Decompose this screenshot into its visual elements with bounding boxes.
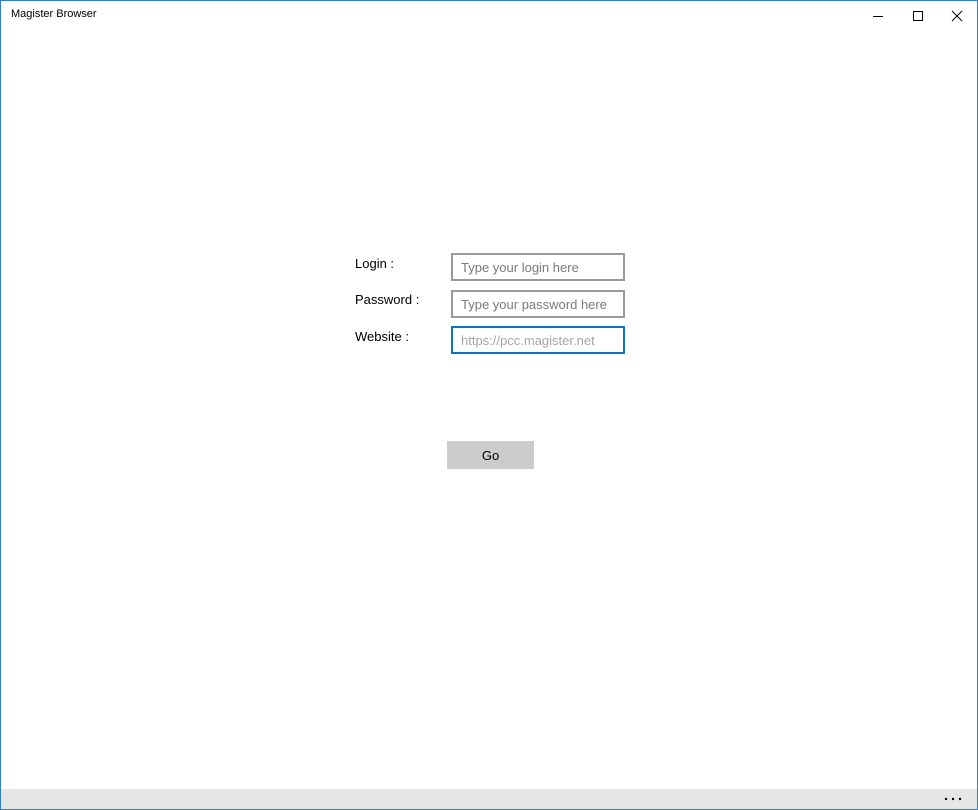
website-field[interactable] [451, 326, 625, 354]
close-icon [951, 10, 963, 21]
login-field[interactable] [451, 253, 625, 281]
close-button[interactable] [937, 1, 977, 30]
title-bar[interactable]: Magister Browser [1, 1, 977, 32]
password-field[interactable] [451, 290, 625, 318]
website-label: Website : [355, 329, 409, 344]
more-button[interactable] [941, 789, 965, 809]
login-label: Login : [355, 256, 395, 271]
minimize-icon [873, 15, 883, 17]
app-window: Magister Browser Login : Password : Webs… [0, 0, 978, 810]
minimize-button[interactable] [858, 1, 898, 30]
app-bar [1, 789, 977, 809]
maximize-button[interactable] [898, 1, 938, 30]
password-label: Password : [355, 292, 420, 307]
go-button[interactable]: Go [447, 441, 534, 469]
more-icon [944, 797, 962, 801]
window-title: Magister Browser [11, 8, 97, 20]
maximize-icon [913, 10, 923, 21]
